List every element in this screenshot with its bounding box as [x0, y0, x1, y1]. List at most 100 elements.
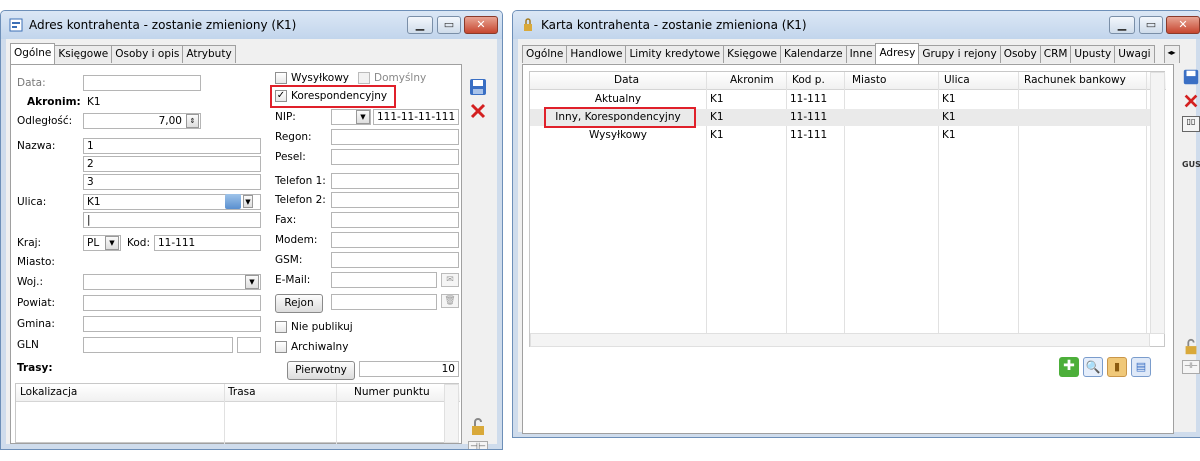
- maximize-button[interactable]: ▭: [1139, 16, 1163, 34]
- unlock-icon[interactable]: [468, 417, 488, 437]
- lock-icon: [524, 18, 532, 31]
- col-ulica[interactable]: Ulica: [944, 74, 970, 86]
- domyslny-checkbox[interactable]: [358, 72, 370, 84]
- data-field[interactable]: [83, 75, 201, 91]
- telefon2-field[interactable]: [331, 192, 459, 208]
- close-button[interactable]: ✕: [1166, 16, 1200, 34]
- gln-check-field[interactable]: [237, 337, 261, 353]
- trasy-col-numer-punktu[interactable]: Numer punktu: [354, 386, 430, 398]
- map-icon[interactable]: [225, 194, 241, 209]
- col-akronim[interactable]: Akronim: [730, 74, 774, 86]
- gln-label: GLN: [17, 339, 39, 351]
- data-label: Data:: [17, 77, 46, 89]
- gmina-field[interactable]: [83, 316, 261, 332]
- maximize-button[interactable]: ▭: [437, 16, 461, 34]
- odleglosc-spinner[interactable]: ⇕: [186, 114, 199, 128]
- gus-icon[interactable]: GUS: [1182, 160, 1200, 176]
- row-akronim: K1: [710, 129, 724, 141]
- col-data[interactable]: Data: [614, 74, 639, 86]
- telefon1-field[interactable]: [331, 173, 459, 189]
- tab-upusty[interactable]: Upusty: [1070, 45, 1116, 63]
- tab-ksiegowe[interactable]: Księgowe: [54, 45, 113, 63]
- minimize-button[interactable]: ▁: [1109, 16, 1135, 34]
- nip-prefix-arrow[interactable]: ▼: [356, 110, 370, 124]
- kraj-dropdown-arrow[interactable]: ▼: [105, 236, 119, 250]
- tab-ogolne[interactable]: Ogólne: [522, 45, 568, 63]
- trasy-col-lokalizacja[interactable]: Lokalizacja: [20, 386, 77, 398]
- pierwotny-number-field[interactable]: 10: [359, 361, 459, 377]
- table-row[interactable]: Wysyłkowy K1 11-111 K1: [530, 127, 1150, 144]
- minimize-button[interactable]: ▁: [407, 16, 433, 34]
- woj-select[interactable]: [83, 274, 261, 290]
- trash-icon[interactable]: ▮: [1107, 357, 1127, 377]
- tab-uwagi[interactable]: Uwagi: [1114, 45, 1155, 63]
- col-miasto[interactable]: Miasto: [852, 74, 886, 86]
- book-icon[interactable]: ▯▯: [1182, 116, 1200, 132]
- modem-field[interactable]: [331, 232, 459, 248]
- close-button[interactable]: ✕: [464, 16, 498, 34]
- rejon-field[interactable]: [331, 294, 437, 310]
- tab-osoby[interactable]: Osoby: [999, 45, 1041, 63]
- gsm-field[interactable]: [331, 252, 459, 268]
- ulica-label: Ulica:: [17, 196, 47, 208]
- trash-icon[interactable]: 🗑: [441, 294, 459, 308]
- save-icon[interactable]: [1182, 68, 1200, 86]
- rejon-button[interactable]: Rejon: [275, 294, 323, 313]
- powiat-field[interactable]: [83, 295, 261, 311]
- ulica-dropdown[interactable]: ▼: [243, 195, 253, 208]
- delete-icon[interactable]: [1182, 92, 1200, 110]
- nazwa-line-2[interactable]: 2: [83, 156, 261, 172]
- tab-adresy[interactable]: Adresy: [875, 43, 920, 64]
- pin-icon[interactable]: ⊣⊢: [468, 441, 488, 449]
- envelope-icon[interactable]: ✉: [441, 273, 459, 287]
- odleglosc-field[interactable]: 7,00: [83, 113, 201, 129]
- nazwa-line-1[interactable]: 1: [83, 138, 261, 154]
- kod-field[interactable]: 11-111: [154, 235, 261, 251]
- regon-field[interactable]: [331, 129, 459, 145]
- pesel-field[interactable]: [331, 149, 459, 165]
- tab-crm[interactable]: CRM: [1039, 45, 1072, 63]
- fax-field[interactable]: [331, 212, 459, 228]
- trasy-col-trasa[interactable]: Trasa: [228, 386, 256, 398]
- tab-ogolne[interactable]: Ogólne: [10, 43, 56, 64]
- tab-scroll-arrows[interactable]: ◂▸: [1163, 45, 1180, 63]
- gln-field[interactable]: [83, 337, 233, 353]
- fax-label: Fax:: [275, 214, 297, 226]
- nip-field[interactable]: 111-11-11-111: [373, 109, 459, 125]
- pierwotny-button[interactable]: Pierwotny: [287, 361, 355, 380]
- tab-kalendarze[interactable]: Kalendarze: [780, 45, 847, 63]
- preview-icon[interactable]: 🔍: [1083, 357, 1103, 377]
- document-icon[interactable]: ▤: [1131, 357, 1151, 377]
- tab-osoby-i-opis[interactable]: Osoby i opis: [111, 45, 184, 63]
- woj-dropdown-arrow[interactable]: ▼: [245, 275, 259, 289]
- trasy-vertical-scrollbar[interactable]: [444, 384, 459, 443]
- vertical-scrollbar[interactable]: [1150, 72, 1165, 334]
- col-kod-p[interactable]: Kod p.: [792, 74, 825, 86]
- nazwa-line-3[interactable]: 3: [83, 174, 261, 190]
- table-row[interactable]: Aktualny K1 11-111 K1: [530, 91, 1150, 108]
- add-icon[interactable]: ✚: [1059, 357, 1079, 377]
- ulica-line-2[interactable]: |: [83, 212, 261, 228]
- tab-handlowe[interactable]: Handlowe: [566, 45, 627, 63]
- email-field[interactable]: [331, 272, 437, 288]
- tab-inne[interactable]: Inne: [845, 45, 877, 63]
- unlock-icon[interactable]: [1182, 338, 1200, 356]
- save-icon[interactable]: [468, 77, 488, 97]
- odleglosc-value: 7,00: [158, 115, 182, 127]
- addresses-grid-header: Data Akronim Kod p. Miasto Ulica Rachune…: [530, 72, 1166, 90]
- akronim-field[interactable]: K1: [83, 94, 201, 110]
- trasy-grid-header: Lokalizacja Trasa Numer punktu: [16, 384, 460, 402]
- archiwalny-checkbox[interactable]: [275, 341, 287, 353]
- wysylkowy-checkbox[interactable]: [275, 72, 287, 84]
- tab-atrybuty[interactable]: Atrybuty: [182, 45, 236, 63]
- wysylkowy-label: Wysyłkowy: [291, 72, 350, 84]
- col-rachunek-bankowy[interactable]: Rachunek bankowy: [1024, 74, 1126, 86]
- delete-icon[interactable]: [468, 101, 488, 121]
- tab-ksiegowe[interactable]: Księgowe: [723, 45, 781, 63]
- tab-grupy-i-rejony[interactable]: Grupy i rejony: [918, 45, 1001, 63]
- horizontal-scrollbar[interactable]: [530, 333, 1150, 347]
- nie-publikuj-checkbox[interactable]: [275, 321, 287, 333]
- pin-icon[interactable]: ⊣⊢: [1182, 360, 1200, 374]
- tab-limity-kredytowe[interactable]: Limity kredytowe: [625, 45, 725, 63]
- trasy-col-divider: [336, 384, 337, 444]
